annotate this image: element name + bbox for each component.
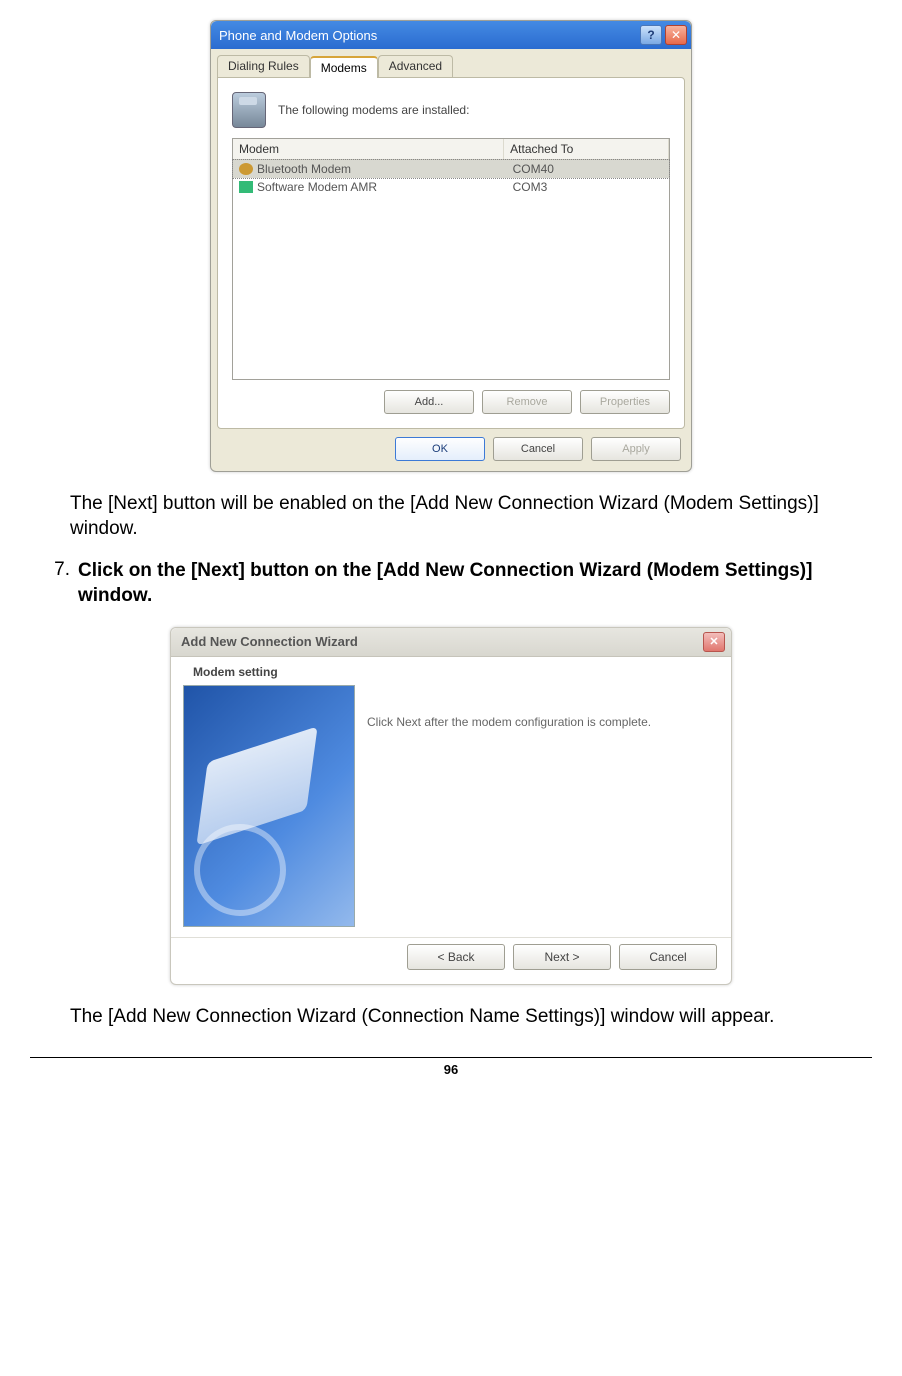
- modem-icon: [239, 181, 253, 193]
- modem-name: Bluetooth Modem: [257, 162, 513, 176]
- tab-modems[interactable]: Modems: [310, 56, 378, 78]
- apply-button: Apply: [591, 437, 681, 461]
- list-item[interactable]: Bluetooth Modem COM40: [233, 160, 669, 178]
- page-number: 96: [30, 1062, 872, 1077]
- body-paragraph: The [Next] button will be enabled on the…: [70, 492, 872, 541]
- modem-list[interactable]: Modem Attached To Bluetooth Modem COM40 …: [232, 138, 670, 380]
- modem-port: COM40: [513, 162, 663, 176]
- body-paragraph: The [Add New Connection Wizard (Connecti…: [70, 1005, 872, 1030]
- dialog-title: Phone and Modem Options: [219, 28, 377, 43]
- wizard-instruction: Click Next after the modem configuration…: [367, 685, 719, 927]
- step-item: 7. Click on the [Next] button on the [Ad…: [30, 559, 872, 608]
- help-button[interactable]: ?: [640, 25, 662, 45]
- phone-modem-icon: [232, 92, 266, 128]
- list-item[interactable]: Software Modem AMR COM3: [233, 178, 669, 196]
- tab-panel-modems: The following modems are installed: Mode…: [217, 77, 685, 429]
- list-header[interactable]: Modem Attached To: [233, 139, 669, 160]
- step-number: 7.: [30, 559, 78, 608]
- ok-button[interactable]: OK: [395, 437, 485, 461]
- step-text: Click on the [Next] button on the [Add N…: [78, 559, 872, 608]
- close-icon: ✕: [709, 635, 718, 648]
- wizard-banner-image: [183, 685, 355, 927]
- dialog-titlebar[interactable]: Phone and Modem Options ? ✕: [211, 21, 691, 49]
- bluetooth-modem-icon: [239, 163, 253, 175]
- cancel-button[interactable]: Cancel: [619, 944, 717, 970]
- tab-advanced[interactable]: Advanced: [378, 55, 453, 77]
- remove-button: Remove: [482, 390, 572, 414]
- modem-name: Software Modem AMR: [257, 180, 513, 194]
- phone-modem-dialog: Phone and Modem Options ? ✕ Dialing Rule…: [210, 20, 692, 472]
- tab-strip: Dialing Rules Modems Advanced: [211, 49, 691, 77]
- cancel-button[interactable]: Cancel: [493, 437, 583, 461]
- column-attached-to[interactable]: Attached To: [504, 139, 669, 159]
- add-connection-wizard-dialog: Add New Connection Wizard ✕ Modem settin…: [170, 627, 732, 985]
- close-icon: ✕: [671, 28, 681, 42]
- back-button[interactable]: < Back: [407, 944, 505, 970]
- dialog-titlebar[interactable]: Add New Connection Wizard ✕: [171, 628, 731, 657]
- tab-dialing-rules[interactable]: Dialing Rules: [217, 55, 310, 77]
- close-button[interactable]: ✕: [703, 632, 725, 652]
- properties-button: Properties: [580, 390, 670, 414]
- next-button[interactable]: Next >: [513, 944, 611, 970]
- wizard-subtitle: Modem setting: [171, 657, 731, 685]
- close-button[interactable]: ✕: [665, 25, 687, 45]
- dialog-title: Add New Connection Wizard: [181, 634, 358, 649]
- footer-rule: [30, 1057, 872, 1058]
- modem-port: COM3: [513, 180, 663, 194]
- installed-label: The following modems are installed:: [278, 103, 469, 117]
- add-button[interactable]: Add...: [384, 390, 474, 414]
- column-modem[interactable]: Modem: [233, 139, 504, 159]
